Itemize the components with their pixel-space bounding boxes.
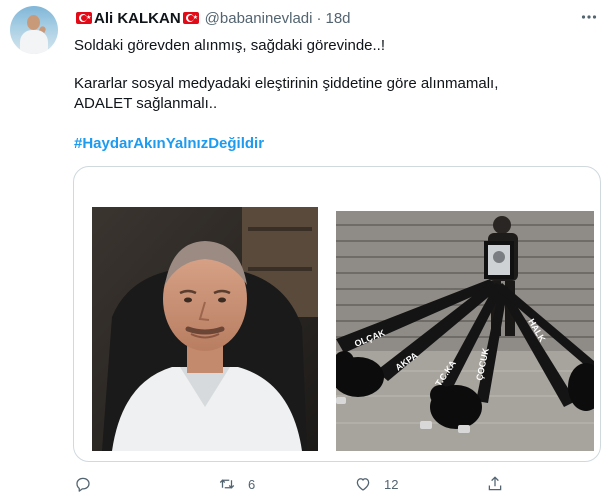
avatar-body [20,30,48,54]
turkey-flag-icon: ★ [76,12,92,24]
tweet-text-line: Soldaki görevden alınmış, sağdaki görevi… [74,37,386,54]
author-name[interactable]: Ali KALKAN [94,10,181,27]
avatar[interactable] [10,6,58,54]
reply-button[interactable] [74,472,104,496]
share-icon [488,476,502,491]
avatar-head [27,15,40,30]
tweet-actions: 6 12 [66,472,606,496]
share-button[interactable] [486,472,504,496]
media-card[interactable]: OLÇAK AKPA T.C.KA ÇOCUK HALK [73,166,601,462]
ceremony-image: OLÇAK AKPA T.C.KA ÇOCUK HALK [336,211,594,451]
like-button[interactable]: 12 [354,472,398,496]
hashtag-link[interactable]: #HaydarAkınYalnızDeğildir [74,134,264,154]
left-photo[interactable] [92,207,318,451]
author-handle[interactable]: @babaninevladi [205,10,313,27]
tweet-timestamp[interactable]: 18d [325,10,350,27]
tweet-header: ★ Ali KALKAN ★ @babaninevladi · 18d [74,8,351,28]
heart-icon [356,478,370,491]
reply-icon [76,477,90,492]
more-icon[interactable] [578,6,600,28]
separator-dot: · [316,9,322,27]
like-count: 12 [384,476,399,492]
retweet-count: 6 [248,476,256,492]
right-photo[interactable]: OLÇAK AKPA T.C.KA ÇOCUK HALK [336,211,594,451]
portrait-image [92,207,318,451]
tweet-text-line: Kararlar sosyal medyadaki eleştirinin şi… [74,75,499,92]
turkey-flag-icon: ★ [182,12,199,24]
tweet-text-line: ADALET sağlanmalı.. [74,95,218,112]
more-icon-glyph [581,15,597,19]
retweet-button[interactable]: 6 [218,472,255,496]
retweet-icon [219,479,235,489]
